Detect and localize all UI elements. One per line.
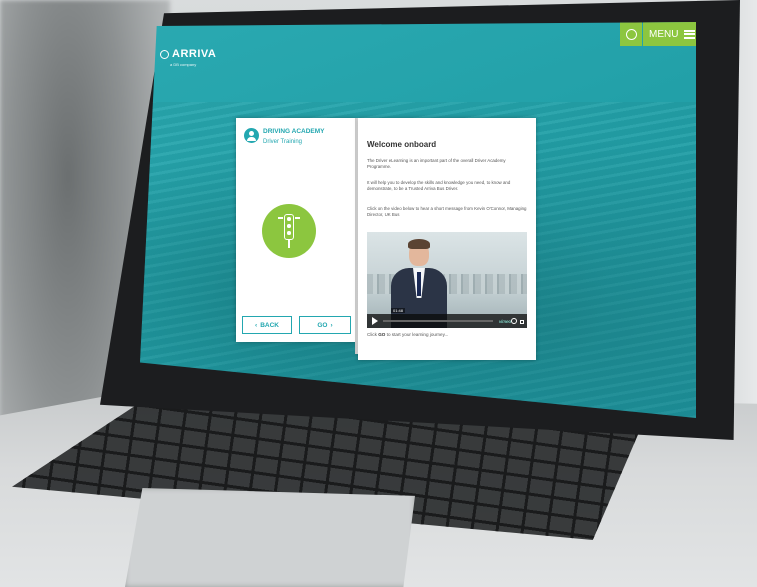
logo-text: ARRIVA xyxy=(172,48,217,60)
academy-title: DRIVING ACADEMY xyxy=(263,128,325,135)
welcome-heading: Welcome onboard xyxy=(367,140,437,149)
logo-subtext: a DB company xyxy=(170,62,197,67)
vimeo-logo[interactable]: vimeo xyxy=(499,319,511,324)
play-icon[interactable] xyxy=(372,317,378,325)
back-button[interactable]: ‹ BACK xyxy=(242,316,292,334)
chevron-right-icon: › xyxy=(330,321,333,329)
video-controls: vimeo xyxy=(367,314,527,328)
arriva-logo: ARRIVA xyxy=(160,48,216,60)
settings-gear-icon[interactable] xyxy=(511,318,517,324)
back-label: BACK xyxy=(260,321,279,329)
menu-button[interactable]: MENU xyxy=(643,22,696,46)
driver-avatar-icon xyxy=(244,128,259,143)
left-panel: DRIVING ACADEMY Driver Training ‹ BACK G… xyxy=(236,118,356,342)
trackpad xyxy=(125,488,415,587)
intro-paragraph-1: The Driver eLearning is an important par… xyxy=(367,158,506,169)
hamburger-icon xyxy=(684,29,696,39)
go-instruction: Click GO to start your learning journey.… xyxy=(367,332,449,337)
go-button[interactable]: GO › xyxy=(299,316,351,334)
video-progress-bar[interactable] xyxy=(383,320,493,322)
chevron-left-icon: ‹ xyxy=(255,321,258,329)
video-player[interactable]: 01:48 vimeo xyxy=(367,232,527,328)
app-screen: ARRIVA a DB company MENU DRIVING ACADEMY… xyxy=(140,22,696,418)
traffic-light-icon xyxy=(262,204,316,258)
badge-button[interactable] xyxy=(620,22,642,46)
fullscreen-icon[interactable] xyxy=(520,320,524,324)
medal-icon xyxy=(625,28,637,40)
menu-label: MENU xyxy=(649,28,679,40)
intro-paragraph-2: It will help you to develop the skills a… xyxy=(367,180,511,191)
right-panel: Welcome onboard The Driver eLearning is … xyxy=(358,118,536,360)
academy-subtitle: Driver Training xyxy=(263,139,303,145)
logo-ring-icon xyxy=(160,49,169,59)
intro-paragraph-3: Click on the video below to hear a short… xyxy=(367,206,527,217)
video-time: 01:48 xyxy=(391,308,406,313)
go-label: GO xyxy=(317,321,328,329)
